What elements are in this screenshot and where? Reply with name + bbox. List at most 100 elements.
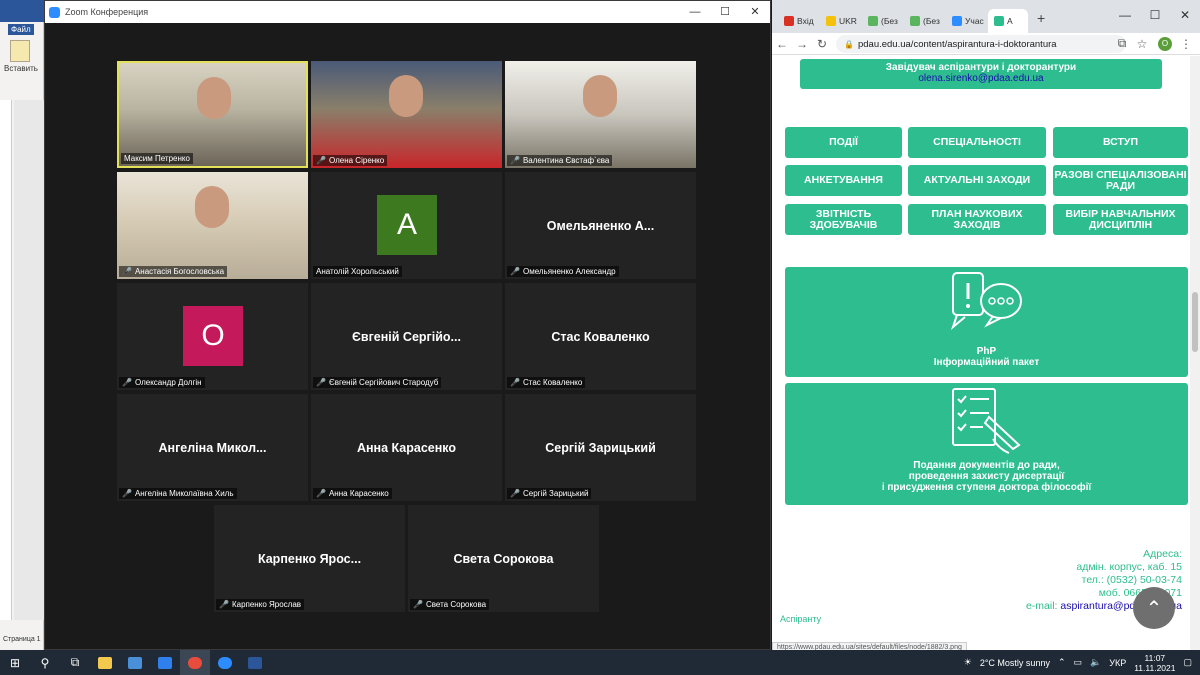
search-icon[interactable]: ⚲ xyxy=(30,650,60,675)
file-tab[interactable]: Файл xyxy=(8,24,34,35)
participant-tile[interactable]: Карпенко Ярос... 🎤 Карпенко Ярослав xyxy=(214,505,405,612)
participant-name: Света Сорокова xyxy=(425,600,487,609)
participant-tile[interactable]: Сергій Зарицький 🎤 Сергій Зарицький xyxy=(505,394,696,501)
weather-text[interactable]: 2°C Mostly sunny xyxy=(980,658,1050,668)
paste-icon[interactable] xyxy=(10,40,30,62)
footer-link[interactable]: Аспіранту xyxy=(780,614,821,624)
tab-label: (Без xyxy=(923,16,940,26)
clock[interactable]: 11:07 11.11.2021 xyxy=(1134,653,1175,673)
participant-tile[interactable]: A Анатолій Хорольський xyxy=(311,172,502,279)
participant-tile[interactable]: Максим Петренко xyxy=(117,61,308,168)
head-email[interactable]: olena.sirenko@pdaa.edu.ua xyxy=(800,73,1162,84)
browser-tab[interactable]: Вхід xyxy=(778,9,818,33)
participant-display-name: Ангеліна Микол... xyxy=(158,440,267,455)
word-status: Страница 1 xyxy=(3,636,41,643)
scroll-to-top-button[interactable]: ⌃ xyxy=(1133,587,1175,629)
browser-close-button[interactable]: ✕ xyxy=(1170,0,1200,30)
clock-time: 11:07 xyxy=(1144,652,1166,663)
menu-icon[interactable]: ⋮ xyxy=(1176,37,1196,51)
participant-name: Стас Коваленко xyxy=(522,378,583,387)
participant-tile[interactable]: Євгеній Сергійо... 🎤 Євгеній Сергійович Ст… xyxy=(311,283,502,390)
browser-tab[interactable]: UKR xyxy=(820,9,860,33)
participant-tile[interactable]: Анна Карасенко 🎤 Анна Карасенко xyxy=(311,394,502,501)
participant-name: Олена Сіренко xyxy=(328,156,385,165)
browser-tab[interactable]: А xyxy=(988,9,1028,33)
zoom-titlebar: Zoom Конференция — ☐ ✕ xyxy=(45,1,770,23)
store-icon[interactable] xyxy=(120,650,150,675)
muted-mic-icon: 🎤 xyxy=(122,267,132,276)
participant-name-label: 🎤 Олена Сіренко xyxy=(313,155,388,166)
minimize-button[interactable]: — xyxy=(680,1,710,23)
word-taskbar-icon[interactable] xyxy=(240,650,270,675)
close-button[interactable]: ✕ xyxy=(740,1,770,23)
browser-tab[interactable]: Учас xyxy=(946,9,986,33)
tab-label: UKR xyxy=(839,16,857,26)
participant-tile[interactable]: Стас Коваленко 🎤 Стас Коваленко xyxy=(505,283,696,390)
chrome-taskbar-icon[interactable] xyxy=(180,650,210,675)
notifications-icon[interactable]: ▢ xyxy=(1183,657,1192,668)
checklist-icon xyxy=(951,388,1021,454)
participant-face xyxy=(389,75,423,117)
tab-label: А xyxy=(1007,16,1013,26)
section-button[interactable]: Разові спеціалізовані ради xyxy=(1053,165,1188,196)
zoom-taskbar-icon[interactable] xyxy=(210,650,240,675)
participant-video xyxy=(505,61,696,168)
participant-name-label: Анатолій Хорольський xyxy=(313,266,402,277)
browser-minimize-button[interactable]: — xyxy=(1110,0,1140,30)
language-indicator[interactable]: УКР xyxy=(1109,658,1126,668)
participant-tile[interactable]: O 🎤 Олександр Долгін xyxy=(117,283,308,390)
tab-label: Учас xyxy=(965,16,984,26)
file-explorer-icon[interactable] xyxy=(90,650,120,675)
participant-face xyxy=(583,75,617,117)
word-window: Файл Вставить Страница 1 xyxy=(0,0,44,650)
section-button[interactable]: Актуальні заходи xyxy=(908,165,1046,196)
translate-icon[interactable]: ⧉ xyxy=(1112,36,1132,51)
new-tab-button[interactable]: + xyxy=(1037,10,1045,26)
participant-tile[interactable]: 🎤 Анастасія Богословська xyxy=(117,172,308,279)
browser-tab[interactable]: (Без xyxy=(862,9,902,33)
info-card-line1: PhP xyxy=(976,346,997,357)
maximize-button[interactable]: ☐ xyxy=(710,1,740,23)
section-button[interactable]: Вступ xyxy=(1053,127,1188,158)
participant-display-name: Анна Карасенко xyxy=(356,440,457,455)
address-bar[interactable]: 🔒 pdau.edu.ua/content/aspirantura-i-dokt… xyxy=(836,35,1126,53)
zoom-app-icon xyxy=(49,6,60,18)
browser-tab[interactable]: (Без xyxy=(904,9,944,33)
participant-tile[interactable]: 🎤 Валентина Євстаф`єва xyxy=(505,61,696,168)
participant-name: Анатолій Хорольський xyxy=(316,267,399,276)
chevron-up-icon[interactable]: ⌃ xyxy=(1058,657,1066,668)
muted-mic-icon: 🎤 xyxy=(219,600,229,609)
profile-avatar[interactable]: O xyxy=(1158,37,1172,51)
reload-icon[interactable]: ↻ xyxy=(812,37,832,51)
scrollbar-thumb[interactable] xyxy=(1192,292,1198,352)
section-button[interactable]: Звітність здобувачів xyxy=(785,204,902,235)
document-page xyxy=(14,100,44,620)
bookmark-star-icon[interactable]: ☆ xyxy=(1132,37,1152,51)
start-windows-icon[interactable]: ⊞ xyxy=(0,650,30,675)
documents-card[interactable]: Подання документів до ради, проведення з… xyxy=(785,383,1188,505)
volume-icon[interactable]: 🔈 xyxy=(1090,657,1101,668)
muted-mic-icon: 🎤 xyxy=(122,489,132,498)
network-icon[interactable]: ▭ xyxy=(1074,657,1083,668)
participant-display-name: Стас Коваленко xyxy=(551,329,650,344)
participant-tile[interactable]: Омельяненко А... 🎤 Омельяненко Александр xyxy=(505,172,696,279)
participant-name: Євгеній Сергійович Стародуб xyxy=(328,378,439,387)
back-icon[interactable]: ← xyxy=(772,37,792,51)
info-package-card[interactable]: PhP Інформаційний пакет xyxy=(785,267,1188,377)
system-tray: ☀ 2°C Mostly sunny ⌃ ▭ 🔈 УКР 11:07 11.11… xyxy=(964,650,1192,675)
section-button[interactable]: Події xyxy=(785,127,902,158)
participant-tile[interactable]: Света Сорокова 🎤 Света Сорокова xyxy=(408,505,599,612)
participant-name: Олександр Долгін xyxy=(134,378,202,387)
section-button[interactable]: План наукових заходів xyxy=(908,204,1046,235)
section-button[interactable]: Спеціальності xyxy=(908,127,1046,158)
task-view-icon[interactable]: ⧉ xyxy=(60,650,90,675)
forward-icon[interactable]: → xyxy=(792,37,812,51)
mail-icon[interactable] xyxy=(150,650,180,675)
participant-tile[interactable]: Ангеліна Микол... 🎤 Ангеліна Миколаївна Хи… xyxy=(117,394,308,501)
participant-name-label: 🎤 Анастасія Богословська xyxy=(119,266,228,277)
section-button[interactable]: Вибір навчальних дисциплін xyxy=(1053,204,1188,235)
page-scrollbar[interactable] xyxy=(1190,56,1200,650)
participant-tile[interactable]: 🎤 Олена Сіренко xyxy=(311,61,502,168)
section-button[interactable]: Анкетування xyxy=(785,165,902,196)
browser-maximize-button[interactable]: ☐ xyxy=(1140,0,1170,30)
